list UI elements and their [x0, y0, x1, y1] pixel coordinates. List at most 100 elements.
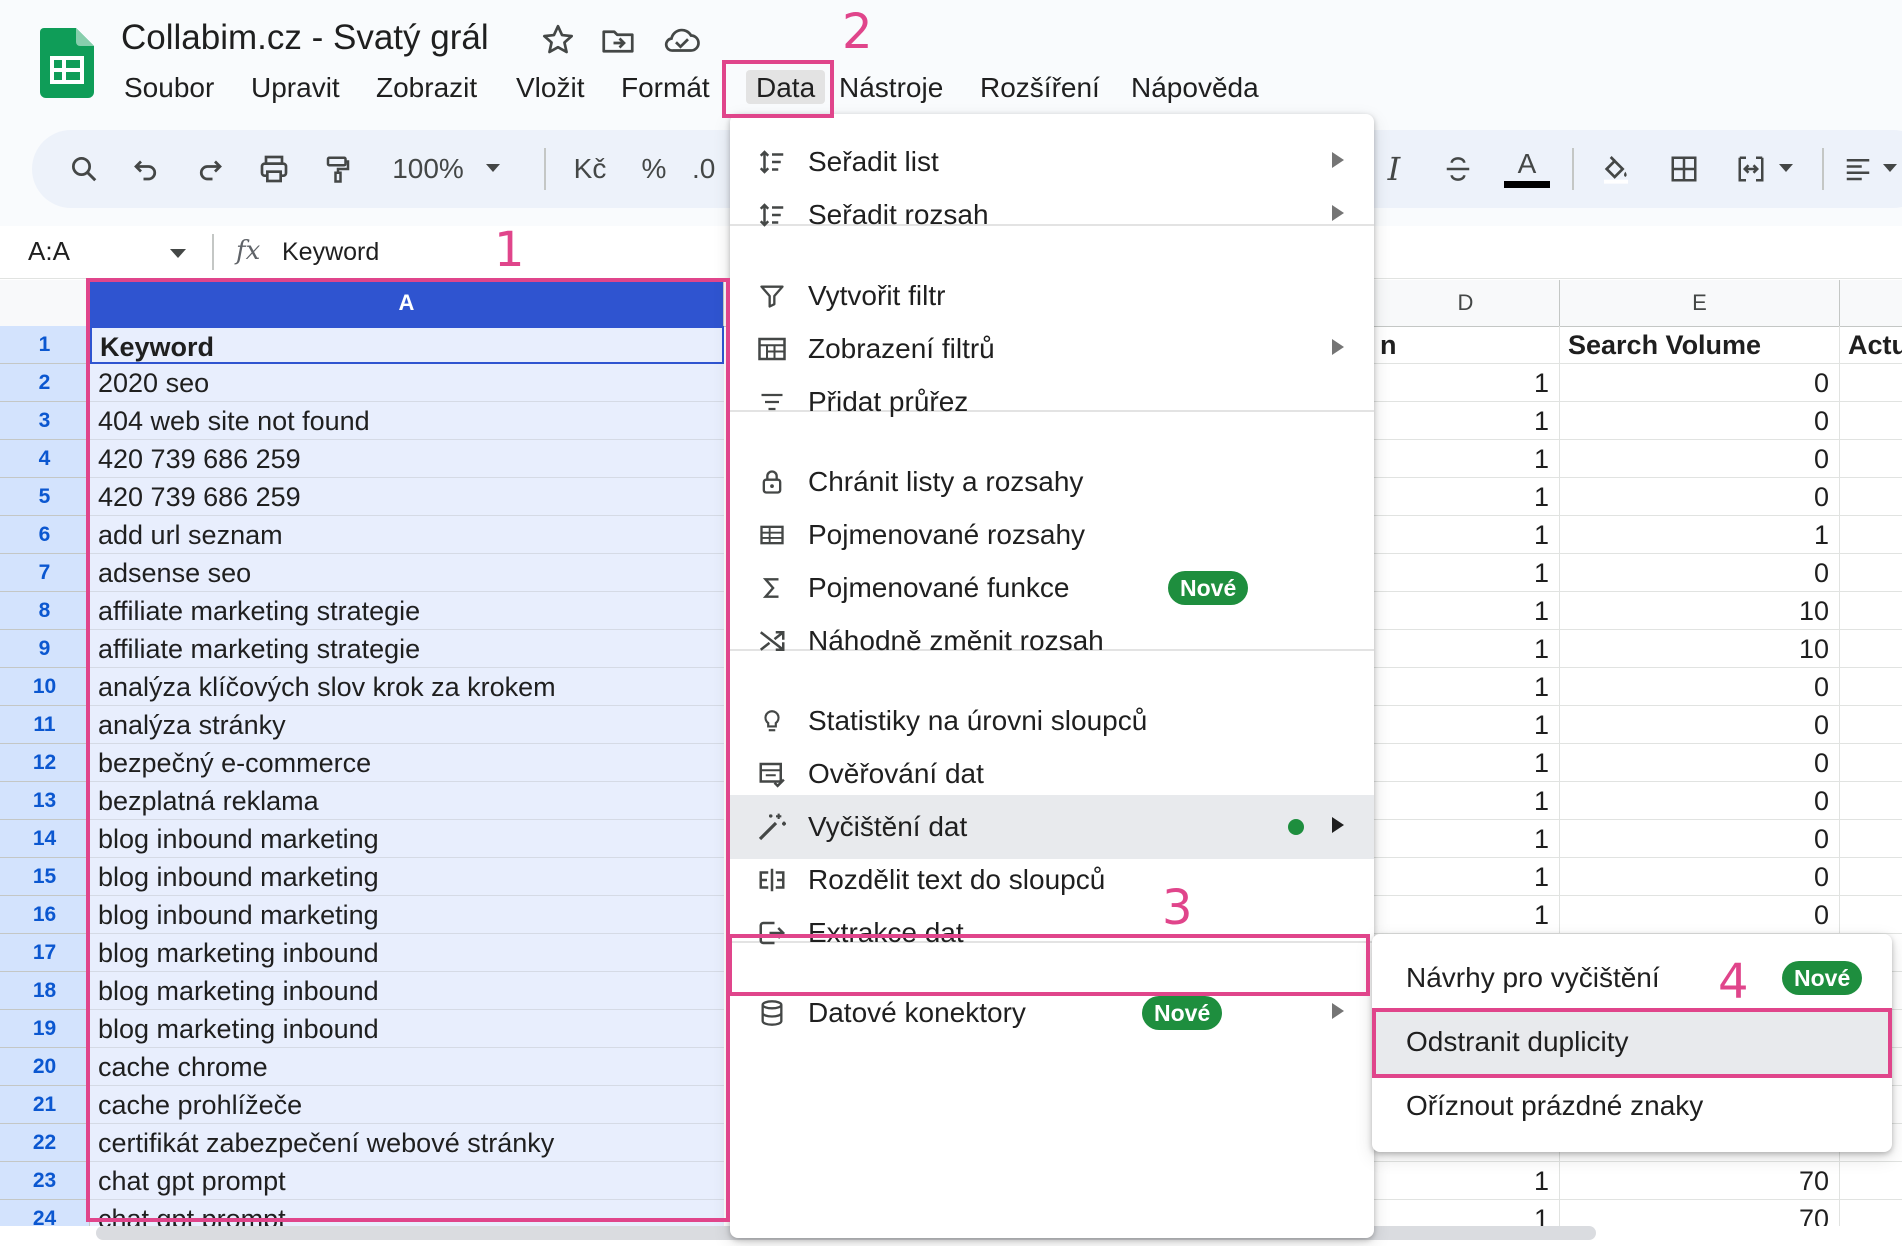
cell[interactable]: 0 [1560, 402, 1840, 440]
menu-napoveda[interactable]: Nápověda [1131, 70, 1259, 104]
cell[interactable] [1840, 858, 1902, 896]
menu-item-sort[interactable]: Seřadit rozsah [730, 183, 1374, 247]
cell[interactable]: 1 [1372, 668, 1560, 706]
merge-cells-button[interactable] [1724, 130, 1804, 208]
text-color-button[interactable]: A [1500, 130, 1554, 208]
print-icon[interactable] [252, 130, 296, 208]
cell[interactable] [1840, 402, 1902, 440]
cell[interactable]: 0 [1560, 858, 1840, 896]
cell[interactable]: add url seznam [90, 516, 724, 554]
menu-item-slicer[interactable]: Přidat průřez [730, 370, 1374, 434]
menu-soubor[interactable]: Soubor [124, 70, 214, 104]
cell[interactable]: cache chrome [90, 1048, 724, 1086]
cell[interactable]: blog inbound marketing [90, 820, 724, 858]
cell[interactable]: 0 [1560, 744, 1840, 782]
cell[interactable]: blog inbound marketing [90, 858, 724, 896]
row-number[interactable]: 21 [0, 1086, 90, 1124]
search-icon[interactable] [62, 130, 106, 208]
percent-format-button[interactable]: % [632, 130, 676, 208]
chevron-down-icon[interactable] [170, 246, 186, 264]
cell[interactable]: 1 [1372, 744, 1560, 782]
cell[interactable]: chat gpt prompt [90, 1200, 724, 1226]
row-number[interactable]: 18 [0, 972, 90, 1010]
cell[interactable]: 0 [1560, 896, 1840, 934]
cell[interactable]: 1 [1372, 630, 1560, 668]
cell[interactable]: 1 [1372, 896, 1560, 934]
cell[interactable]: 1 [1372, 440, 1560, 478]
row-number[interactable]: 19 [0, 1010, 90, 1048]
cell[interactable]: 1 [1372, 706, 1560, 744]
name-box[interactable]: A:A [28, 236, 70, 267]
menu-upravit[interactable]: Upravit [251, 70, 340, 104]
cell[interactable]: 0 [1560, 478, 1840, 516]
row-number[interactable]: 16 [0, 896, 90, 934]
row-number[interactable]: 22 [0, 1124, 90, 1162]
cell[interactable]: affiliate marketing strategie [90, 630, 724, 668]
row-number[interactable]: 4 [0, 440, 90, 478]
cell[interactable]: 420 739 686 259 [90, 478, 724, 516]
zoom-select[interactable]: 100% [386, 130, 506, 208]
cell[interactable]: blog marketing inbound [90, 934, 724, 972]
cell[interactable]: 10 [1560, 592, 1840, 630]
cell[interactable]: 0 [1560, 782, 1840, 820]
cell[interactable]: 1 [1372, 402, 1560, 440]
cell[interactable] [1840, 896, 1902, 934]
row-number[interactable]: 13 [0, 782, 90, 820]
cell[interactable]: 0 [1560, 554, 1840, 592]
row-number[interactable]: 14 [0, 820, 90, 858]
cell[interactable] [1840, 554, 1902, 592]
redo-icon[interactable] [188, 130, 232, 208]
row-number[interactable]: 12 [0, 744, 90, 782]
cell[interactable]: certifikát zabezpečení webové stránky [90, 1124, 724, 1162]
cell[interactable]: n [1372, 326, 1560, 364]
cell[interactable]: adsense seo [90, 554, 724, 592]
cell[interactable]: Search Volume [1560, 326, 1840, 364]
document-title[interactable]: Collabim.cz - Svatý grál [121, 18, 489, 58]
cell[interactable]: Actu [1840, 326, 1902, 364]
move-to-folder-icon[interactable] [600, 22, 636, 58]
currency-format-button[interactable]: Kč [568, 130, 612, 208]
column-header-a[interactable]: A [90, 280, 724, 326]
cell[interactable]: 70 [1560, 1200, 1840, 1226]
decrease-decimal-button[interactable]: .0 [692, 130, 732, 208]
cell[interactable]: 420 739 686 259 [90, 440, 724, 478]
menu-item-remove-duplicates[interactable]: Odstranit duplicity [1372, 1010, 1892, 1074]
cell[interactable]: 70 [1560, 1162, 1840, 1200]
menu-format[interactable]: Formát [621, 70, 710, 104]
cell[interactable]: blog marketing inbound [90, 972, 724, 1010]
cell[interactable]: 1 [1372, 554, 1560, 592]
cell[interactable] [1840, 440, 1902, 478]
cell[interactable] [1840, 364, 1902, 402]
row-number[interactable]: 20 [0, 1048, 90, 1086]
menu-item-cleanup-suggestions[interactable]: Návrhy pro vyčištění Nové [1372, 946, 1892, 1010]
cloud-saved-icon[interactable] [662, 22, 700, 58]
column-header-e[interactable]: E [1560, 280, 1840, 326]
cell[interactable]: 0 [1560, 440, 1840, 478]
cell[interactable]: 2020 seo [90, 364, 724, 402]
row-number[interactable]: 17 [0, 934, 90, 972]
cell[interactable]: 0 [1560, 668, 1840, 706]
cell[interactable]: 1 [1372, 592, 1560, 630]
column-header-d[interactable]: D [1372, 280, 1560, 326]
cell[interactable]: Keyword [90, 326, 724, 364]
cell[interactable]: 1 [1372, 820, 1560, 858]
paint-format-icon[interactable] [316, 130, 360, 208]
cell[interactable]: 1 [1372, 858, 1560, 896]
cell[interactable]: 1 [1372, 1162, 1560, 1200]
formula-input[interactable]: Keyword [282, 238, 379, 267]
cell[interactable]: 1 [1560, 516, 1840, 554]
row-number[interactable]: 7 [0, 554, 90, 592]
cell[interactable] [1840, 630, 1902, 668]
italic-icon[interactable]: I [1374, 130, 1414, 208]
cell[interactable]: 10 [1560, 630, 1840, 668]
menu-item-trim-whitespace[interactable]: Oříznout prázdné znaky [1372, 1074, 1892, 1138]
cell[interactable] [1840, 1200, 1902, 1226]
cell[interactable]: 1 [1372, 478, 1560, 516]
cell[interactable] [1840, 1162, 1902, 1200]
cell[interactable] [1840, 478, 1902, 516]
row-number[interactable]: 11 [0, 706, 90, 744]
menu-item-extract[interactable]: Extrakce dat [730, 901, 1374, 965]
row-number[interactable]: 15 [0, 858, 90, 896]
strikethrough-icon[interactable] [1436, 130, 1480, 208]
menu-nastroje[interactable]: Nástroje [839, 70, 943, 104]
